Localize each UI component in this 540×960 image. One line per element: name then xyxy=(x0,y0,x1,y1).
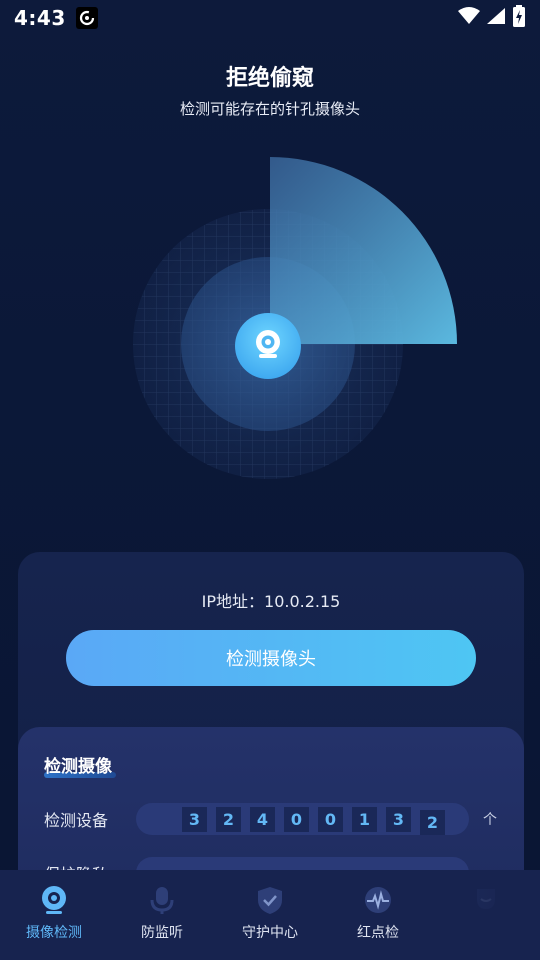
signal-icon xyxy=(486,7,506,29)
counter-digit: 4 xyxy=(250,806,275,832)
status-time: 4:43 xyxy=(14,6,66,30)
bottom-navigation: 摄像检测 防监听 守护中心 红点检 xyxy=(0,870,540,960)
stat-unit: 个 xyxy=(483,812,497,828)
counter-digit: 1 xyxy=(352,806,377,832)
nav-item-red-dot[interactable]: 红点检 xyxy=(324,870,432,960)
stats-title: 检测摄像 xyxy=(44,757,112,777)
microphone-icon xyxy=(146,884,178,916)
digit-counter: 3 2 4 0 0 1 3 2 xyxy=(136,803,469,835)
detect-camera-button[interactable]: 检测摄像头 xyxy=(66,630,476,686)
nav-label: 守护中心 xyxy=(242,925,298,941)
counter-digit: 2 xyxy=(216,806,241,832)
camera-icon xyxy=(38,884,70,916)
face-icon xyxy=(470,884,502,916)
counter-digit: 0 xyxy=(284,806,309,832)
pulse-icon xyxy=(362,884,394,916)
counter-digit: 2 xyxy=(420,809,445,835)
counter-digit: 3 xyxy=(182,806,207,832)
ip-address: IP地址：10.0.2.15 xyxy=(201,592,341,611)
page-subtitle: 检测可能存在的针孔摄像头 xyxy=(179,100,360,118)
nav-item-camera-detect[interactable]: 摄像检测 xyxy=(0,870,108,960)
page-title: 拒绝偷窥 xyxy=(225,66,314,91)
battery-icon xyxy=(512,5,526,31)
counter-digit: 0 xyxy=(318,806,343,832)
radar-scanner xyxy=(0,140,540,540)
nav-label: 红点检 xyxy=(357,925,399,941)
status-bar: 4:43 xyxy=(0,0,540,36)
app-notification-icon xyxy=(75,7,98,29)
counter-digit: 3 xyxy=(386,806,411,832)
nav-item-face[interactable] xyxy=(432,870,540,960)
nav-item-guard-center[interactable]: 守护中心 xyxy=(216,870,324,960)
nav-label: 防监听 xyxy=(141,925,183,941)
radar-sweep xyxy=(270,157,457,344)
shield-check-icon xyxy=(254,884,286,916)
wifi-icon xyxy=(458,7,480,29)
stat-row-devices: 检测设备 3 2 4 0 0 1 3 2 个 xyxy=(44,803,504,835)
stat-label: 检测设备 xyxy=(44,811,109,830)
nav-label: 摄像检测 xyxy=(26,925,82,941)
nav-item-anti-listen[interactable]: 防监听 xyxy=(108,870,216,960)
